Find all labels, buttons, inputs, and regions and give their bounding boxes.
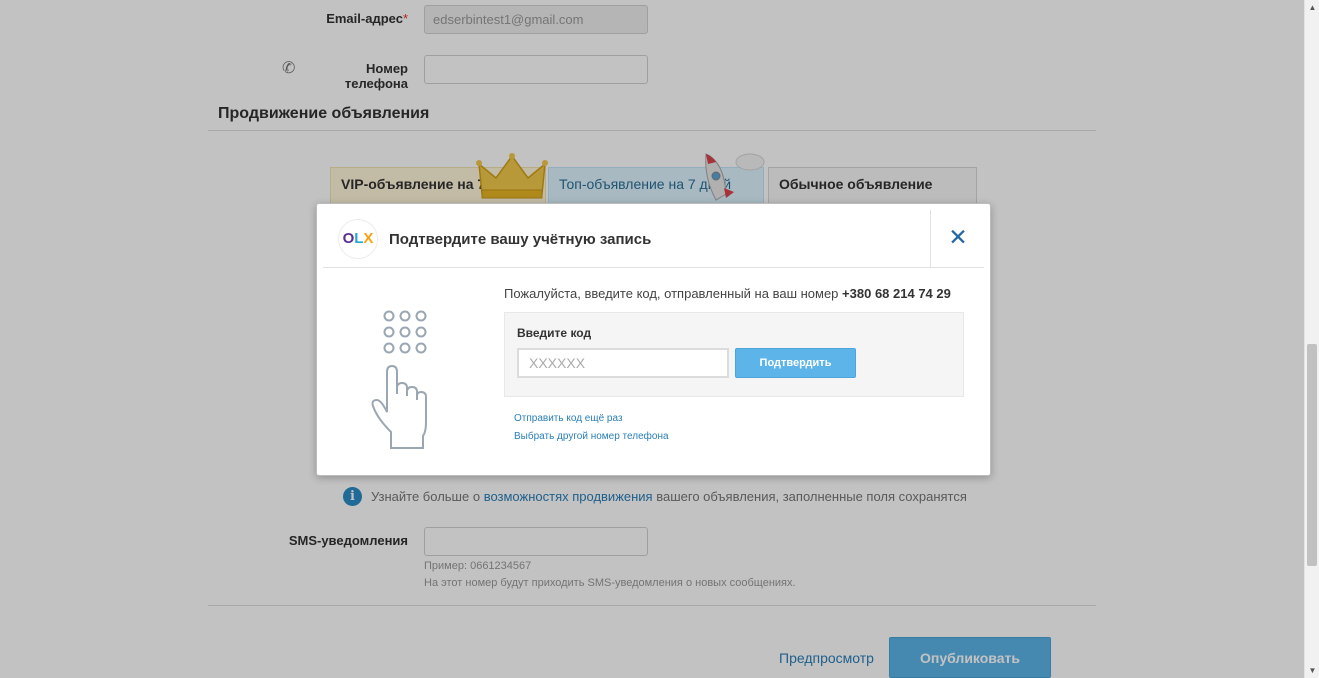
modal-title: Подтвердите вашу учётную запись (389, 231, 652, 248)
phone-number: +380 68 214 74 29 (842, 286, 951, 301)
change-number-link[interactable]: Выбрать другой номер телефона (514, 431, 669, 442)
confirm-button[interactable]: Подтвердить (735, 348, 856, 378)
modal-body: Пожалуйста, введите код, отправленный на… (323, 269, 984, 469)
resend-code-link[interactable]: Отправить код ещё раз (514, 413, 623, 424)
keypad-hand-icon (371, 310, 427, 449)
scrollbar-thumb[interactable] (1307, 344, 1317, 566)
code-input[interactable]: XXXXXX (517, 348, 729, 378)
verify-account-modal: OLX Подтвердите вашу учётную запись ✕ По… (316, 203, 991, 476)
close-cell: ✕ (930, 210, 984, 267)
close-icon[interactable]: ✕ (948, 225, 968, 249)
instruction-text: Пожалуйста, введите код, отправленный на… (504, 286, 951, 301)
scroll-up-icon[interactable]: ▲ (1305, 0, 1319, 15)
page-scrollbar[interactable]: ▲ ▼ (1304, 0, 1319, 678)
scroll-down-icon[interactable]: ▼ (1305, 663, 1319, 678)
modal-content: OLX Подтвердите вашу учётную запись ✕ По… (323, 210, 984, 469)
code-label: Введите код (517, 326, 592, 340)
olx-logo: OLX (338, 219, 378, 259)
modal-header: OLX Подтвердите вашу учётную запись ✕ (323, 210, 984, 268)
code-entry-panel: Введите код XXXXXX Подтвердить (504, 312, 964, 397)
